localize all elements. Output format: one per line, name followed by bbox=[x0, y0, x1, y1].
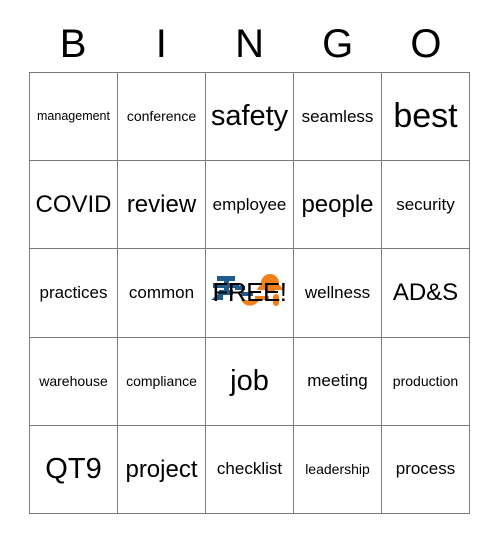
bingo-cell-g5[interactable]: leadership bbox=[294, 425, 382, 514]
bingo-cell-label: practices bbox=[39, 283, 108, 303]
bingo-cell-b5[interactable]: QT9 bbox=[30, 425, 118, 514]
header-letter-n: N bbox=[235, 22, 264, 66]
bingo-cell-n5[interactable]: checklist bbox=[206, 425, 294, 514]
bingo-cell-label: conference bbox=[126, 108, 197, 125]
bingo-cell-label: AD&S bbox=[392, 279, 459, 307]
bingo-cell-label: project bbox=[125, 455, 198, 483]
bingo-cell-label: meeting bbox=[307, 371, 368, 391]
header-letter-o: O bbox=[410, 22, 442, 66]
bingo-cell-n4[interactable]: job bbox=[206, 337, 294, 426]
bingo-cell-label: employee bbox=[212, 194, 287, 214]
bingo-cell-label: management bbox=[37, 109, 110, 124]
bingo-cell-g4[interactable]: meeting bbox=[294, 337, 382, 426]
bingo-cell-b1[interactable]: management bbox=[30, 73, 118, 162]
bingo-cell-n2[interactable]: employee bbox=[206, 161, 294, 250]
bingo-cell-label: COVID bbox=[35, 191, 112, 219]
bingo-cell-label: people bbox=[301, 191, 374, 219]
bingo-cell-i2[interactable]: review bbox=[118, 161, 206, 250]
bingo-cell-label: wellness bbox=[304, 283, 371, 303]
bingo-cell-label: best bbox=[393, 96, 458, 135]
bingo-cell-label: QT9 bbox=[45, 453, 102, 486]
bingo-cell-o3[interactable]: AD&S bbox=[382, 249, 470, 338]
bingo-cell-label: compliance bbox=[126, 372, 197, 389]
bingo-cell-i1[interactable]: conference bbox=[118, 73, 206, 162]
bingo-cell-label: security bbox=[396, 194, 455, 214]
bingo-cell-o1[interactable]: best bbox=[382, 73, 470, 162]
header-letter-g: G bbox=[322, 22, 354, 66]
header-letter-i: I bbox=[155, 22, 167, 66]
bingo-grid: management conference safety seamless be… bbox=[29, 72, 470, 514]
free-space-label: FREE! bbox=[212, 277, 287, 308]
bingo-cell-label: safety bbox=[210, 100, 289, 133]
bingo-cell-label: production bbox=[392, 372, 459, 389]
bingo-cell-i4[interactable]: compliance bbox=[118, 337, 206, 426]
bingo-cell-i5[interactable]: project bbox=[118, 425, 206, 514]
bingo-cell-free-space[interactable]: FREE! bbox=[206, 249, 294, 338]
bingo-cell-g2[interactable]: people bbox=[294, 161, 382, 250]
bingo-cell-label: review bbox=[126, 191, 197, 219]
bingo-cell-g3[interactable]: wellness bbox=[294, 249, 382, 338]
bingo-cell-o4[interactable]: production bbox=[382, 337, 470, 426]
bingo-cell-o5[interactable]: process bbox=[382, 425, 470, 514]
bingo-cell-label: job bbox=[230, 364, 269, 397]
bingo-cell-b4[interactable]: warehouse bbox=[30, 337, 118, 426]
bingo-cell-label: leadership bbox=[305, 461, 370, 478]
bingo-cell-label: warehouse bbox=[39, 372, 108, 389]
bingo-card: B I N G O management conference safety s… bbox=[0, 0, 500, 544]
bingo-cell-label: common bbox=[128, 283, 195, 303]
bingo-header-row: B I N G O bbox=[29, 16, 470, 72]
bingo-cell-label: checklist bbox=[216, 459, 283, 479]
bingo-cell-label: process bbox=[395, 459, 456, 479]
bingo-cell-i3[interactable]: common bbox=[118, 249, 206, 338]
bingo-cell-b3[interactable]: practices bbox=[30, 249, 118, 338]
header-letter-b: B bbox=[59, 22, 87, 66]
bingo-cell-o2[interactable]: security bbox=[382, 161, 470, 250]
bingo-cell-g1[interactable]: seamless bbox=[294, 73, 382, 162]
bingo-cell-label: seamless bbox=[301, 106, 374, 126]
bingo-cell-n1[interactable]: safety bbox=[206, 73, 294, 162]
bingo-cell-b2[interactable]: COVID bbox=[30, 161, 118, 250]
